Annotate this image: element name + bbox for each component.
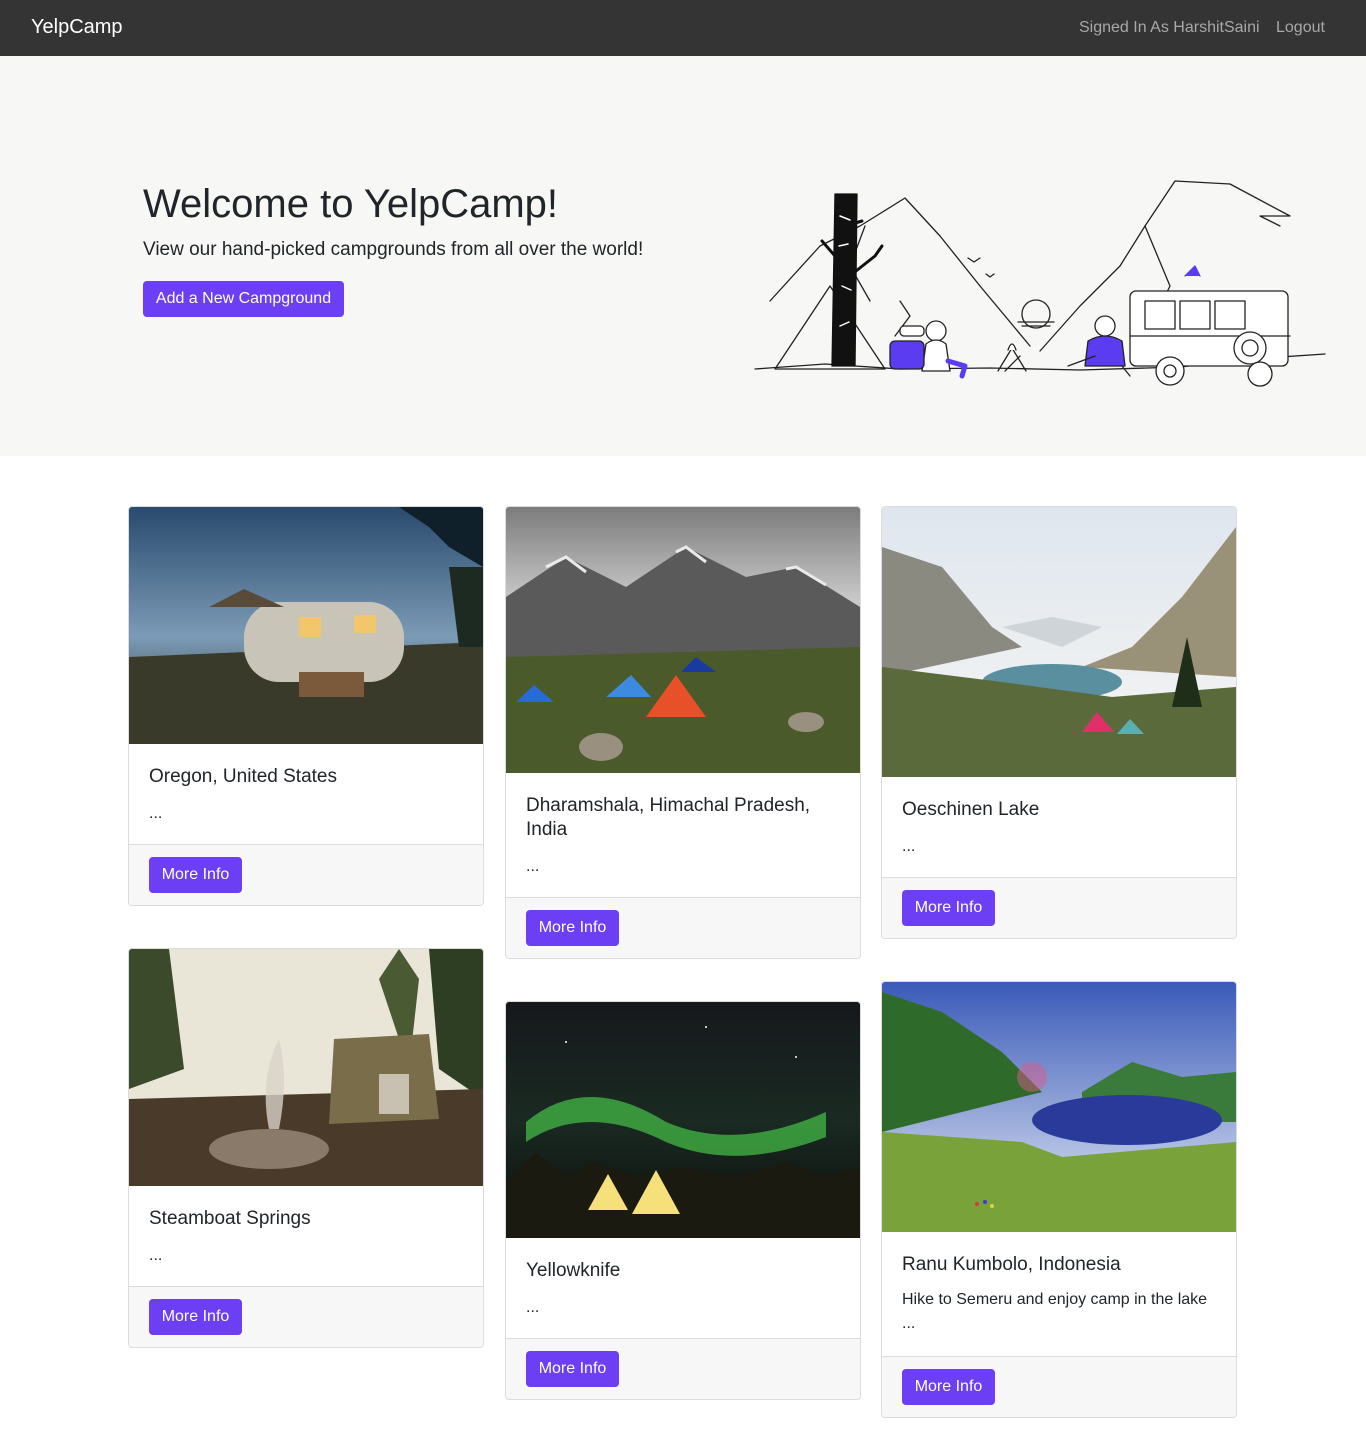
campground-card: Steamboat Springs ... More Info bbox=[128, 948, 484, 1348]
add-campground-button[interactable]: Add a New Campground bbox=[143, 281, 344, 317]
campground-ellipsis: ... bbox=[902, 1315, 916, 1332]
card-footer: More Info bbox=[129, 844, 483, 905]
more-info-button[interactable]: More Info bbox=[149, 857, 242, 893]
campground-card: Dharamshala, Himachal Pradesh, India ...… bbox=[505, 506, 861, 959]
camping-illustration bbox=[750, 126, 1330, 396]
campground-card: Yellowknife ... More Info bbox=[505, 1001, 861, 1400]
campground-ellipsis: ... bbox=[526, 858, 540, 875]
campground-ellipsis: ... bbox=[902, 838, 916, 855]
hero-title: Welcome to YelpCamp! bbox=[143, 182, 559, 226]
card-footer: More Info bbox=[129, 1286, 483, 1347]
campground-image bbox=[506, 507, 860, 773]
card-footer: More Info bbox=[506, 1338, 860, 1399]
card-footer: More Info bbox=[882, 1356, 1236, 1417]
campground-title: Oeschinen Lake bbox=[902, 799, 1040, 820]
hero-section: Welcome to YelpCamp! View our hand-picke… bbox=[0, 56, 1366, 456]
campground-image bbox=[882, 982, 1236, 1232]
campground-ellipsis: ... bbox=[526, 1299, 540, 1316]
card-footer: More Info bbox=[506, 897, 860, 958]
signed-in-user-link[interactable]: Signed In As HarshitSaini bbox=[1079, 19, 1260, 37]
campground-title: Ranu Kumbolo, Indonesia bbox=[902, 1254, 1121, 1275]
campground-card: Ranu Kumbolo, Indonesia Hike to Semeru a… bbox=[881, 981, 1237, 1418]
more-info-button[interactable]: More Info bbox=[902, 1369, 995, 1405]
campground-description: Hike to Semeru and enjoy camp in the lak… bbox=[902, 1291, 1208, 1308]
navbar: YelpCamp Signed In As HarshitSaini Logou… bbox=[0, 0, 1366, 56]
logout-link[interactable]: Logout bbox=[1276, 19, 1325, 37]
campground-title: Yellowknife bbox=[526, 1260, 621, 1281]
card-footer: More Info bbox=[882, 877, 1236, 938]
campground-title: Dharamshala, Himachal Pradesh, India bbox=[526, 795, 811, 840]
hero-subtitle: View our hand-picked campgrounds from al… bbox=[143, 239, 644, 260]
brand-logo[interactable]: YelpCamp bbox=[31, 16, 123, 39]
campground-image bbox=[882, 507, 1236, 777]
more-info-button[interactable]: More Info bbox=[526, 1351, 619, 1387]
campground-card: Oregon, United States ... More Info bbox=[128, 506, 484, 906]
campground-title: Oregon, United States bbox=[149, 766, 337, 787]
more-info-button[interactable]: More Info bbox=[902, 890, 995, 926]
more-info-button[interactable]: More Info bbox=[526, 910, 619, 946]
campground-image bbox=[506, 1002, 860, 1238]
campground-image bbox=[129, 949, 483, 1186]
campground-ellipsis: ... bbox=[149, 1247, 163, 1264]
campground-title: Steamboat Springs bbox=[149, 1208, 311, 1229]
campground-image bbox=[129, 507, 483, 744]
campground-card: Oeschinen Lake ... More Info bbox=[881, 506, 1237, 939]
campground-ellipsis: ... bbox=[149, 805, 163, 822]
more-info-button[interactable]: More Info bbox=[149, 1299, 242, 1335]
